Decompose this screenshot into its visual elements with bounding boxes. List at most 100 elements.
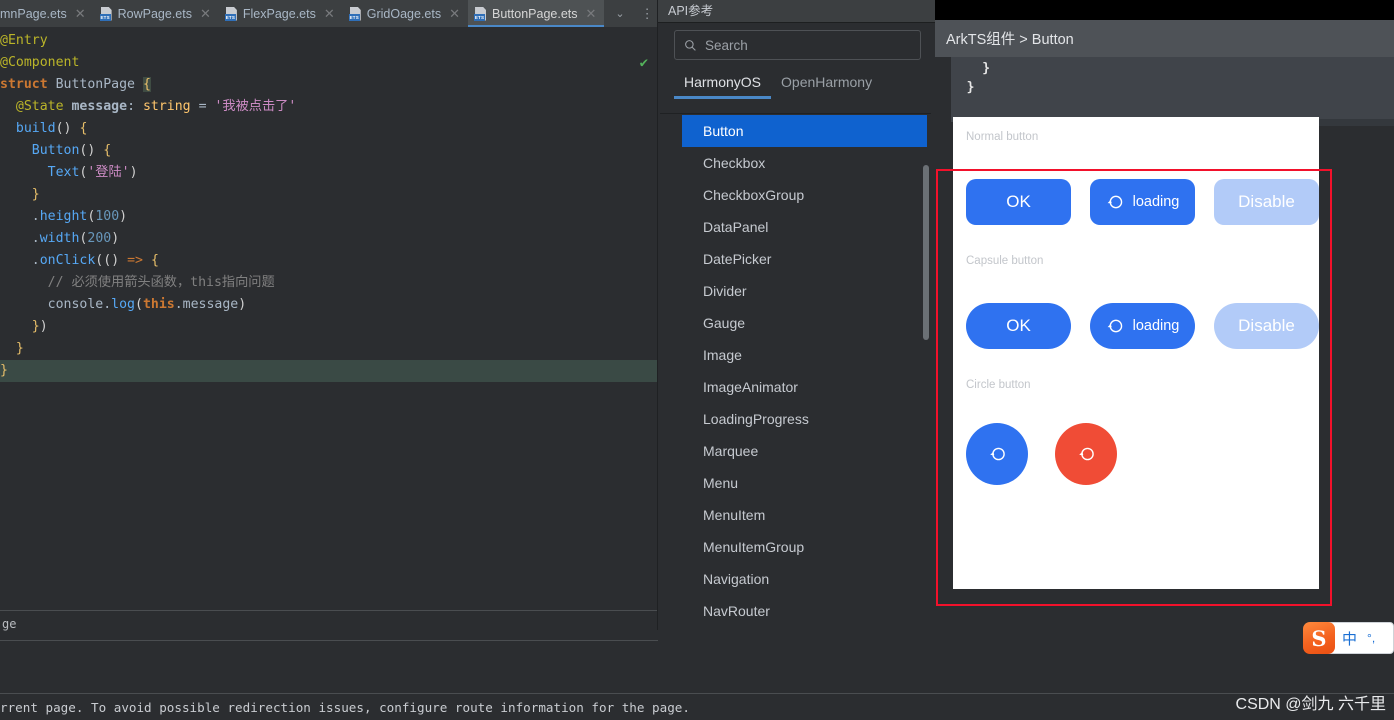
breadcrumb: ArkTS组件 > Button: [935, 20, 1394, 57]
editor-tab-0[interactable]: mnPage.ets ✕: [0, 0, 94, 27]
code-line: Text('登陆'): [47, 165, 138, 180]
watermark: CSDN @剑九 六千里: [1235, 696, 1386, 713]
editor-tab-label: ButtonPage.ets: [492, 6, 578, 21]
ime-indicator[interactable]: S 中 °,: [1303, 622, 1394, 654]
tab-harmonyos[interactable]: HarmonyOS: [674, 70, 772, 99]
close-icon[interactable]: ✕: [449, 6, 460, 22]
editor-tab-3[interactable]: ETS GridOage.ets ✕: [343, 0, 468, 27]
ime-mode-label[interactable]: 中: [1342, 628, 1357, 649]
loading-spinner-icon: [1107, 319, 1122, 333]
app-window: mnPage.ets ✕ ETS RowPage.ets ✕ ETS FlexP…: [0, 0, 1394, 720]
close-icon[interactable]: ✕: [586, 6, 597, 22]
ide-editor-pane: mnPage.ets ✕ ETS RowPage.ets ✕ ETS FlexP…: [0, 0, 658, 720]
loading-spinner-icon: [1079, 447, 1094, 461]
preview-section-circle: Circle button: [953, 349, 1319, 485]
preview-circle-button-red[interactable]: [1055, 423, 1117, 485]
api-reference-panel: API参考 Search HarmonyOS OpenHarmony Butto…: [658, 0, 935, 630]
api-list-item-menu[interactable]: Menu: [682, 467, 927, 499]
api-list-item-navigation[interactable]: Navigation: [682, 563, 927, 595]
close-icon[interactable]: ✕: [324, 6, 335, 22]
chevron-down-icon[interactable]: ⌄: [608, 7, 631, 20]
ime-punctuation-toggle[interactable]: °,: [1367, 631, 1375, 645]
snippet-line: }: [951, 80, 975, 95]
ets-file-icon: ETS: [474, 6, 487, 21]
api-list-item-imageanimator[interactable]: ImageAnimator: [682, 371, 927, 403]
code-line-current: }: [0, 360, 658, 382]
console-output-bar: rrent page. To avoid possible redirectio…: [0, 693, 1394, 720]
code-line: // 必须使用箭头函数，this指向问题: [47, 275, 275, 290]
search-input[interactable]: Search: [674, 30, 921, 60]
ets-file-icon: ETS: [224, 6, 238, 21]
api-list-item-marquee[interactable]: Marquee: [682, 435, 927, 467]
api-list-item-navrouter[interactable]: NavRouter: [682, 595, 927, 627]
button-label: Disable: [1238, 316, 1295, 335]
editor-tab-label: GridOage.ets: [366, 6, 442, 21]
api-list-item-checkboxgroup[interactable]: CheckboxGroup: [682, 179, 927, 211]
api-list-item-datapanel[interactable]: DataPanel: [682, 211, 927, 243]
sogou-logo-icon: S: [1303, 622, 1335, 654]
preview-section-normal: Normal button OK loading Disable: [953, 117, 1319, 225]
api-list-item-divider[interactable]: Divider: [682, 275, 927, 307]
loading-spinner-icon: [990, 447, 1005, 461]
snippet-line: }: [951, 61, 991, 76]
code-editor[interactable]: ✔ @Entry @Component struct ButtonPage { …: [0, 27, 658, 610]
tab-label: OpenHarmony: [781, 74, 873, 90]
preview-section-label: Capsule button: [966, 255, 1044, 267]
api-list-scrollbar[interactable]: [923, 165, 929, 340]
api-list-item-menuitemgroup[interactable]: MenuItemGroup: [682, 531, 927, 563]
preview-button-ok[interactable]: OK: [966, 179, 1071, 225]
code-line: build() {: [15, 121, 88, 136]
code-line: console.log(this.message): [47, 297, 247, 312]
preview-capsule-ok[interactable]: OK: [966, 303, 1071, 349]
code-line: @Component: [0, 55, 80, 70]
api-list-item-checkbox[interactable]: Checkbox: [682, 147, 927, 179]
preview-section-label: Normal button: [966, 131, 1039, 143]
doc-code-snippet: } }: [951, 57, 1394, 126]
code-line: @Entry: [0, 33, 48, 48]
api-list-item-loadingprogress[interactable]: LoadingProgress: [682, 403, 927, 435]
code-line: .width(200): [31, 231, 120, 246]
editor-tab-1[interactable]: ETS RowPage.ets ✕: [94, 0, 219, 27]
close-icon[interactable]: ✕: [200, 6, 211, 22]
tab-label: HarmonyOS: [684, 74, 762, 90]
preview-button-disable: Disable: [1214, 179, 1319, 225]
preview-circle-button-blue[interactable]: [966, 423, 1028, 485]
tab-controls: ⌄ ⋮: [608, 0, 660, 27]
code-content: @Entry @Component struct ButtonPage { @S…: [0, 27, 658, 382]
api-panel-title: API参考: [668, 4, 714, 18]
preview-capsule-loading[interactable]: loading: [1090, 303, 1195, 349]
editor-tab-label: mnPage.ets: [0, 6, 67, 21]
code-line: struct ButtonPage {: [0, 77, 151, 92]
code-line: }): [31, 319, 48, 334]
preview-button-row: [966, 423, 1319, 485]
editor-tab-label: FlexPage.ets: [242, 6, 316, 21]
api-list-item-button[interactable]: Button: [682, 115, 927, 147]
button-label: loading: [1132, 318, 1180, 334]
find-toolbar: Regex: [0, 641, 1394, 678]
api-list-item-image[interactable]: Image: [682, 339, 927, 371]
editor-tab-label: RowPage.ets: [117, 6, 192, 21]
editor-tab-2[interactable]: ETS FlexPage.ets ✕: [219, 0, 343, 27]
close-icon[interactable]: ✕: [75, 6, 86, 22]
preview-capsule-disable: Disable: [1214, 303, 1319, 349]
api-list-item-datepicker[interactable]: DatePicker: [682, 243, 927, 275]
tab-openharmony[interactable]: OpenHarmony: [771, 70, 882, 99]
editor-tab-4[interactable]: ETS ButtonPage.ets ✕: [468, 0, 605, 27]
api-panel-inner: Search HarmonyOS OpenHarmony Button Chec…: [660, 25, 931, 629]
code-line: @State message: string = '我被点击了': [15, 99, 297, 114]
code-line: .height(100): [31, 209, 128, 224]
search-placeholder: Search: [705, 37, 748, 53]
console-message: rrent page. To avoid possible redirectio…: [0, 700, 690, 715]
preview-button-loading[interactable]: loading: [1090, 179, 1195, 225]
ets-file-icon: ETS: [99, 6, 113, 21]
api-list-item-menuitem[interactable]: MenuItem: [682, 499, 927, 531]
api-list-item-gauge[interactable]: Gauge: [682, 307, 927, 339]
editor-status-fragment: ge: [0, 611, 658, 637]
editor-tab-bar: mnPage.ets ✕ ETS RowPage.ets ✕ ETS FlexP…: [0, 0, 658, 27]
api-component-list[interactable]: Button Checkbox CheckboxGroup DataPanel …: [682, 115, 927, 627]
code-line: .onClick(() => {: [31, 253, 159, 268]
preview-section-label: Circle button: [966, 379, 1031, 391]
button-label: OK: [1006, 316, 1031, 335]
search-icon: [685, 39, 696, 51]
code-line: Button() {: [31, 143, 112, 158]
